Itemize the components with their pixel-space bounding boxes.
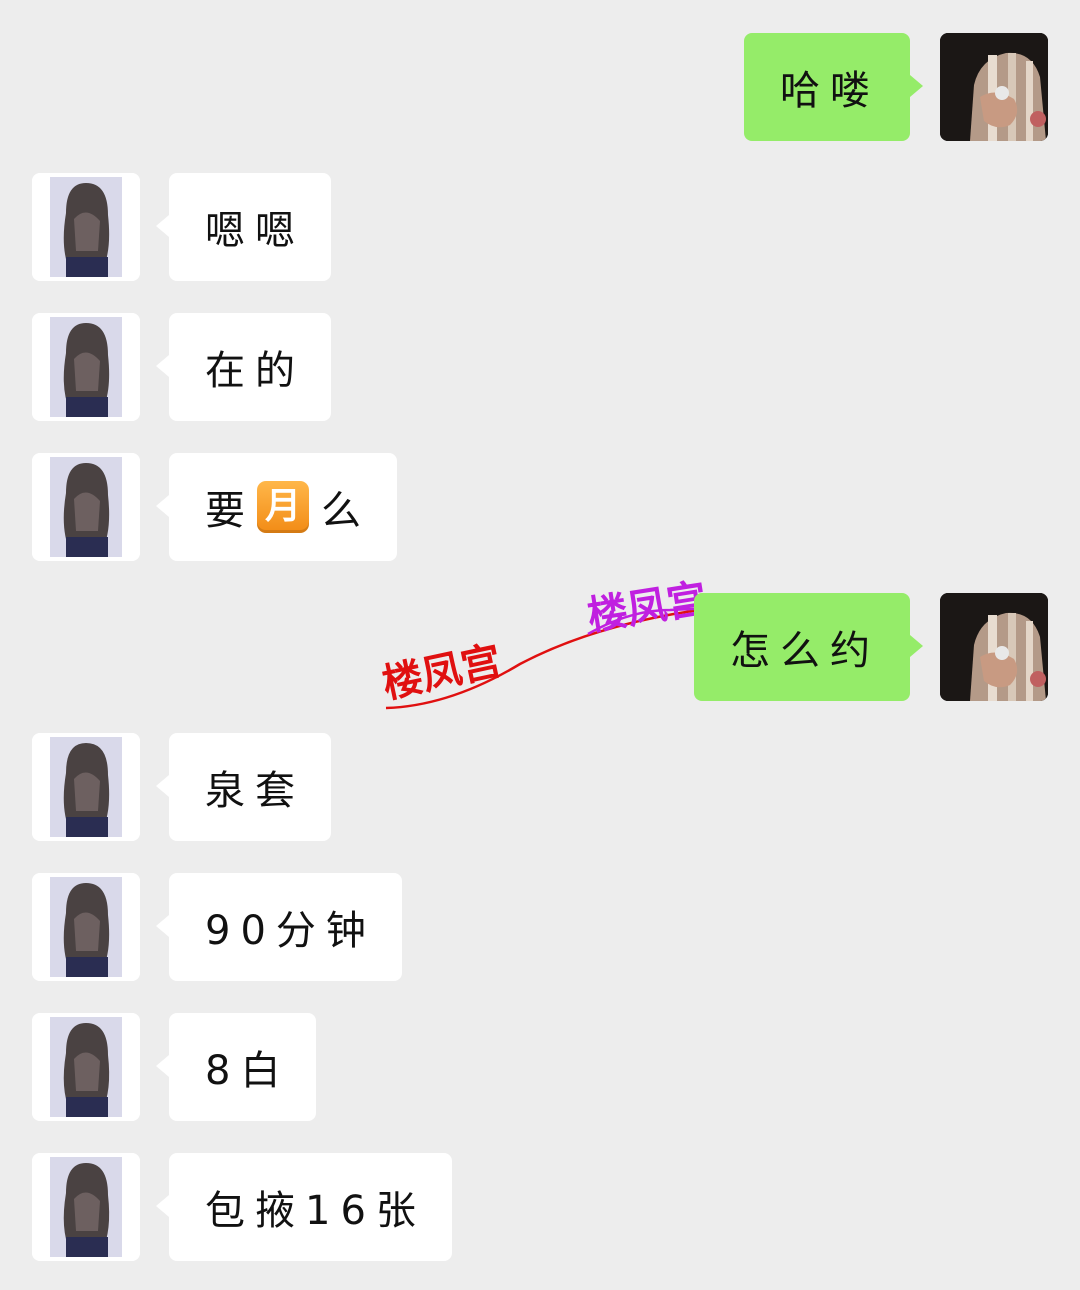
avatar-self-image <box>940 33 1048 141</box>
avatar-self[interactable] <box>940 593 1048 701</box>
message-bubble-received[interactable]: 包掖16张 <box>156 1153 452 1261</box>
avatar-contact[interactable] <box>32 453 140 561</box>
message-row-received: 在的 <box>0 313 1080 421</box>
message-text: 在的 <box>205 348 305 394</box>
message-row-received: 要 月 么 <box>0 453 1080 561</box>
avatar-contact[interactable] <box>32 873 140 981</box>
avatar-contact[interactable] <box>32 1153 140 1261</box>
avatar-contact[interactable] <box>32 733 140 841</box>
avatar-contact-image <box>32 173 140 281</box>
message-row-sent: 哈喽 <box>0 33 1080 141</box>
message-bubble-sent[interactable]: 哈喽 <box>744 33 923 141</box>
message-text: 嗯嗯 <box>205 208 305 254</box>
message-text-post: 么 <box>321 488 371 534</box>
message-text: 泉套 <box>205 768 305 814</box>
message-text: 哈喽 <box>780 68 880 114</box>
message-bubble-received[interactable]: 泉套 <box>156 733 331 841</box>
message-bubble-received[interactable]: 8白 <box>155 1013 317 1121</box>
avatar-contact[interactable] <box>32 313 140 421</box>
message-row-received: 8白 <box>0 1013 1080 1121</box>
avatar-contact-image <box>32 1013 140 1121</box>
message-row-sent: 怎么约 <box>0 593 1080 701</box>
avatar-contact-image <box>32 733 140 841</box>
message-row-received: 90分钟 <box>0 873 1080 981</box>
message-text: 90分钟 <box>205 908 376 954</box>
avatar-contact[interactable] <box>32 1013 140 1121</box>
avatar-contact-image <box>32 1153 140 1261</box>
message-bubble-received[interactable]: 在的 <box>156 313 331 421</box>
avatar-self[interactable] <box>940 33 1048 141</box>
moon-emoji-icon: 月 <box>257 481 309 533</box>
avatar-contact[interactable] <box>32 173 140 281</box>
message-text: 怎么约 <box>730 628 880 674</box>
message-row-received: 嗯嗯 <box>0 173 1080 281</box>
message-row-received: 包掖16张 <box>0 1153 1080 1261</box>
message-bubble-received[interactable]: 嗯嗯 <box>156 173 331 281</box>
message-bubble-received[interactable]: 90分钟 <box>156 873 402 981</box>
avatar-self-image <box>940 593 1048 701</box>
message-text: 包掖16张 <box>205 1188 426 1234</box>
avatar-contact-image <box>32 313 140 421</box>
message-bubble-received[interactable]: 要 月 么 <box>156 453 397 561</box>
message-text-pre: 要 <box>205 488 255 534</box>
avatar-contact-image <box>32 873 140 981</box>
avatar-contact-image <box>32 453 140 561</box>
message-text: 8白 <box>205 1048 291 1094</box>
message-row-received: 泉套 <box>0 733 1080 841</box>
message-bubble-sent[interactable]: 怎么约 <box>694 593 923 701</box>
